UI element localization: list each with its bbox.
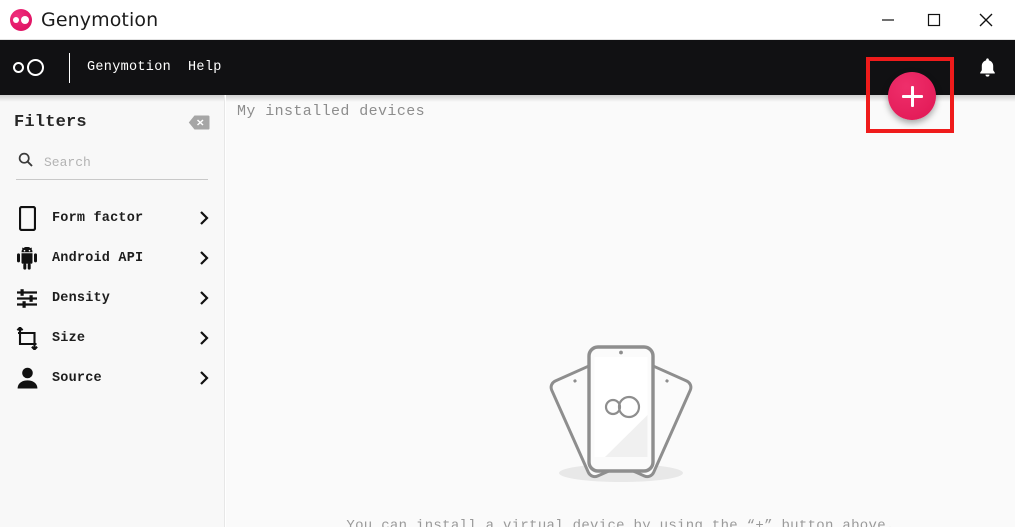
person-icon: [14, 367, 40, 389]
window-titlebar: Genymotion: [0, 0, 1015, 40]
genymotion-oo-logo-icon: [10, 8, 32, 31]
navbar-divider: [69, 52, 70, 83]
search-input[interactable]: [44, 154, 208, 170]
navbar-right: [959, 40, 1015, 95]
sidebar-item-density[interactable]: Density: [0, 278, 224, 318]
chevron-right-icon: [199, 290, 209, 306]
phone-icon: [14, 205, 40, 231]
nav-link-help[interactable]: Help: [188, 60, 222, 75]
sidebar-item-size[interactable]: Size: [0, 318, 224, 358]
minimize-icon[interactable]: [865, 0, 911, 39]
empty-state: You can install a virtual device by usin…: [226, 333, 1015, 527]
app-title: Genymotion: [41, 8, 159, 31]
search-row[interactable]: [16, 150, 208, 180]
chevron-right-icon: [199, 330, 209, 346]
navbar-logo-icon[interactable]: [0, 59, 57, 76]
filters-title: Filters: [14, 112, 87, 132]
sliders-icon: [14, 288, 40, 309]
filter-list: Form factor Android API Density Size Sou…: [0, 198, 224, 398]
chevron-right-icon: [199, 370, 209, 386]
sidebar-item-android-api[interactable]: Android API: [0, 238, 224, 278]
navbar-links: Genymotion Help: [87, 60, 222, 75]
genymotion-window: Genymotion Genymotion Help Filters Searc…: [0, 0, 1015, 527]
filters-header: Filters: [0, 95, 224, 139]
titlebar-left: Genymotion: [0, 8, 865, 31]
empty-state-message: You can install a virtual device by usin…: [346, 518, 895, 527]
app-navbar: Genymotion Help: [0, 40, 1015, 95]
maximize-icon[interactable]: [911, 0, 957, 39]
filters-sidebar: Filters Search Form factor Android API D…: [0, 95, 225, 527]
sidebar-item-source[interactable]: Source: [0, 358, 224, 398]
window-controls: [865, 0, 1015, 40]
three-phones-illustration: [521, 333, 721, 493]
page-title: My installed devices: [237, 103, 426, 120]
clear-filters-icon[interactable]: [188, 115, 210, 130]
close-icon[interactable]: [957, 0, 1015, 39]
main-content: My installed devices You can install a v…: [226, 95, 1015, 527]
sidebar-item-label: Size: [52, 330, 86, 346]
chevron-right-icon: [199, 250, 209, 266]
sidebar-item-label: Form factor: [52, 210, 144, 226]
nav-link-genymotion[interactable]: Genymotion: [87, 60, 171, 75]
sidebar-item-label: Android API: [52, 250, 144, 266]
chevron-right-icon: [199, 210, 209, 226]
add-device-button[interactable]: [888, 72, 936, 120]
search-icon: [18, 152, 33, 172]
sidebar-item-form-factor[interactable]: Form factor: [0, 198, 224, 238]
android-icon: [14, 246, 40, 270]
bell-icon[interactable]: [959, 40, 1015, 95]
sidebar-item-label: Density: [52, 290, 111, 306]
sidebar-item-label: Source: [52, 370, 102, 386]
crop-icon: [14, 326, 40, 350]
